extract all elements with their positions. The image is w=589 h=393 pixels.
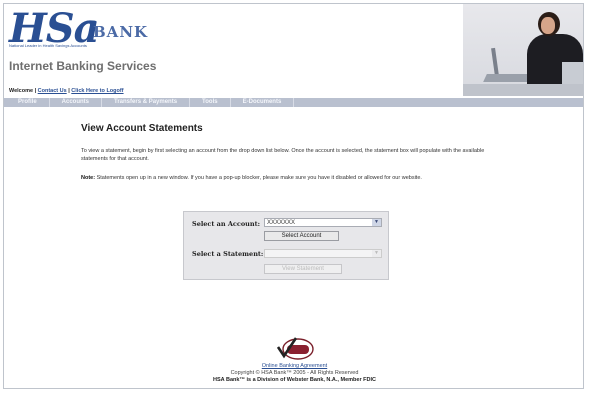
view-statement-button[interactable]: View Statement bbox=[264, 264, 342, 274]
note-body: Statements open up in a new window. If y… bbox=[96, 175, 422, 181]
account-select-value: XXXXXXX bbox=[267, 220, 296, 226]
account-label: Select an Account: bbox=[192, 220, 261, 228]
header: HSa BANK National Leader in Health Savin… bbox=[4, 4, 583, 96]
page-title: View Account Statements bbox=[81, 123, 203, 134]
note-label: Note: bbox=[81, 175, 96, 181]
main-nav: Profile Accounts Transfers & Payments To… bbox=[4, 98, 583, 107]
chevron-down-icon[interactable]: ▼ bbox=[372, 250, 381, 257]
nav-transfers-payments[interactable]: Transfers & Payments bbox=[102, 98, 191, 107]
select-account-button[interactable]: Select Account bbox=[264, 231, 339, 241]
logoff-link[interactable]: Click Here to Logoff bbox=[71, 88, 123, 94]
statement-form: Select an Account: XXXXXXX ▼ Select Acco… bbox=[183, 211, 389, 280]
nav-tools[interactable]: Tools bbox=[190, 98, 231, 107]
welcome-row: Welcome | Contact Us | Click Here to Log… bbox=[9, 88, 124, 94]
statement-label: Select a Statement: bbox=[192, 250, 264, 258]
hsa-bank-logo[interactable]: HSa BANK National Leader in Health Savin… bbox=[9, 9, 147, 49]
welcome-text: Welcome | bbox=[9, 88, 37, 94]
footer: Online Banking Agreement Copyright © HSA… bbox=[4, 363, 585, 384]
header-photo-woman-laptop bbox=[463, 4, 583, 96]
contact-us-link[interactable]: Contact Us bbox=[38, 88, 67, 94]
statement-select[interactable]: ▼ bbox=[264, 249, 382, 258]
logo-bank-text: BANK bbox=[93, 23, 149, 41]
verisign-seal[interactable] bbox=[274, 336, 314, 362]
verisign-seal-icon bbox=[276, 337, 314, 360]
copyright-text: Copyright © HSA Bank™ 2005 - All Rights … bbox=[230, 370, 359, 376]
account-select[interactable]: XXXXXXX ▼ bbox=[264, 218, 382, 227]
nav-e-documents[interactable]: E-Documents bbox=[231, 98, 295, 107]
chevron-down-icon[interactable]: ▼ bbox=[372, 219, 381, 226]
logo-tagline: National Leader in Health Savings Accoun… bbox=[9, 43, 87, 48]
division-text: HSA Bank™ is a Division of Webster Bank,… bbox=[213, 377, 376, 383]
page-frame: HSa BANK National Leader in Health Savin… bbox=[3, 3, 584, 389]
nav-accounts[interactable]: Accounts bbox=[50, 98, 103, 107]
online-banking-agreement-link[interactable]: Online Banking Agreement bbox=[262, 363, 327, 369]
app-title: Internet Banking Services bbox=[9, 59, 157, 73]
nav-profile[interactable]: Profile bbox=[4, 98, 50, 107]
note-text: Note: Statements open up in a new window… bbox=[81, 175, 501, 183]
intro-text: To view a statement, begin by first sele… bbox=[81, 148, 485, 162]
